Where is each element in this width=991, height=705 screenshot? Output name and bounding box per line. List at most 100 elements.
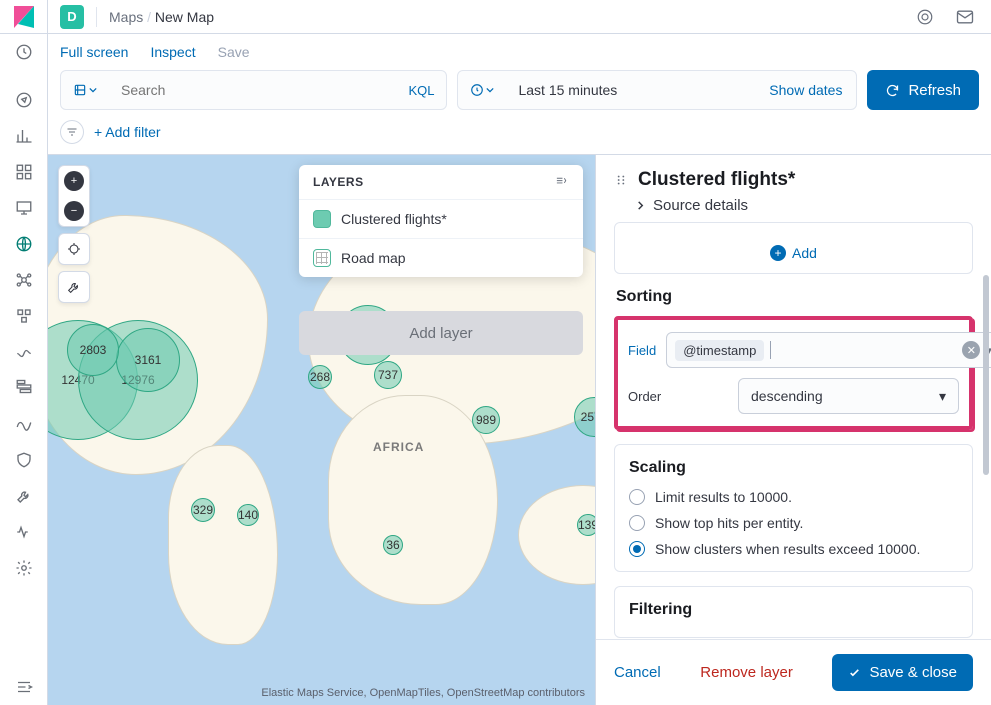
- nav-canvas-icon[interactable]: [0, 190, 48, 226]
- layers-title: LAYERS: [313, 175, 364, 189]
- layer-label: Clustered flights*: [341, 211, 447, 227]
- order-value: descending: [751, 388, 823, 404]
- save-close-label: Save & close: [869, 664, 957, 681]
- search-field: [109, 82, 396, 98]
- field-label: Field: [628, 343, 656, 358]
- radio-icon: [629, 541, 645, 557]
- map-attribution: Elastic Maps Service, OpenMapTiles, Open…: [261, 687, 585, 699]
- workspace: ASIA AFRICA + − LAYERS: [48, 154, 991, 705]
- field-input[interactable]: [770, 341, 956, 359]
- save-link: Save: [218, 44, 250, 60]
- order-label: Order: [628, 389, 728, 404]
- save-close-button[interactable]: Save & close: [832, 654, 973, 691]
- cluster-bubble[interactable]: 140: [237, 504, 259, 526]
- refresh-button[interactable]: Refresh: [867, 70, 979, 110]
- sorting-section: Sorting Field @timestamp ✕ ▾: [614, 288, 973, 430]
- search-input[interactable]: [109, 82, 396, 98]
- panel-title: Clustered flights*: [638, 169, 795, 191]
- nav-recent-icon[interactable]: [0, 34, 48, 70]
- source-details-label: Source details: [653, 197, 748, 214]
- panel-scroll[interactable]: + Add Sorting Field @timestamp: [596, 222, 991, 639]
- cluster-bubble[interactable]: 36: [383, 535, 403, 555]
- app-submenu: Full screen Inspect Save: [48, 34, 991, 70]
- order-select[interactable]: descending ▾: [738, 378, 959, 414]
- radio-label: Show top hits per entity.: [655, 515, 803, 531]
- layers-panel: LAYERS Clustered flights* Road map: [299, 165, 583, 277]
- zoom-in-button[interactable]: +: [59, 166, 89, 196]
- tools-button[interactable]: [59, 272, 89, 302]
- fit-bounds-button[interactable]: [59, 234, 89, 264]
- land-sa: [168, 445, 278, 645]
- land-africa: [328, 395, 498, 605]
- show-dates-link[interactable]: Show dates: [755, 82, 856, 98]
- nav-infra-icon[interactable]: [0, 298, 48, 334]
- nav-uptime-icon[interactable]: [0, 406, 48, 442]
- refresh-icon: [885, 83, 900, 98]
- layer-settings-panel: Clustered flights* Source details + Add …: [595, 155, 991, 705]
- add-field-link[interactable]: + Add: [629, 245, 958, 261]
- source-details-toggle[interactable]: Source details: [596, 197, 991, 222]
- nav-devtools-icon[interactable]: [0, 478, 48, 514]
- cluster-bubble[interactable]: 3161: [116, 328, 180, 392]
- layers-collapse-icon[interactable]: [555, 175, 569, 189]
- full-screen-link[interactable]: Full screen: [60, 44, 128, 60]
- nav-management-icon[interactable]: [0, 550, 48, 586]
- layer-swatch-icon: [313, 249, 331, 267]
- cluster-bubble[interactable]: 737: [374, 361, 402, 389]
- filter-row: + Add filter: [48, 118, 991, 154]
- cluster-bubble[interactable]: 989: [472, 406, 500, 434]
- field-combo[interactable]: @timestamp ✕ ▾: [666, 332, 991, 368]
- newsfeed-icon[interactable]: [911, 3, 939, 31]
- check-icon: [848, 666, 861, 679]
- mail-icon[interactable]: [951, 3, 979, 31]
- add-label: Add: [792, 245, 817, 261]
- layer-item-clustered[interactable]: Clustered flights*: [299, 199, 583, 238]
- cancel-button[interactable]: Cancel: [614, 664, 661, 681]
- add-filter-link[interactable]: + Add filter: [94, 124, 161, 140]
- nav-maps-icon[interactable]: [0, 226, 48, 262]
- nav-discover-icon[interactable]: [0, 82, 48, 118]
- cluster-bubble[interactable]: 2803: [67, 324, 119, 376]
- filtering-title: Filtering: [629, 601, 958, 619]
- map-canvas[interactable]: ASIA AFRICA + − LAYERS: [48, 155, 595, 705]
- breadcrumb-current: New Map: [155, 9, 214, 25]
- nav-visualize-icon[interactable]: [0, 118, 48, 154]
- nav-collapse-icon[interactable]: [0, 669, 48, 705]
- time-quick-button[interactable]: [458, 83, 506, 97]
- cluster-bubble[interactable]: 329: [191, 498, 215, 522]
- zoom-out-button[interactable]: −: [59, 196, 89, 226]
- radio-icon: [629, 515, 645, 531]
- scaling-option-1[interactable]: Show top hits per entity.: [629, 515, 958, 531]
- nav-dashboard-icon[interactable]: [0, 154, 48, 190]
- scaling-option-2[interactable]: Show clusters when results exceed 10000.: [629, 541, 958, 557]
- scaling-title: Scaling: [629, 459, 958, 477]
- scaling-option-0[interactable]: Limit results to 10000.: [629, 489, 958, 505]
- nav-apm-icon[interactable]: [0, 370, 48, 406]
- kql-toggle[interactable]: KQL: [396, 83, 446, 98]
- remove-layer-button[interactable]: Remove layer: [700, 664, 793, 681]
- breadcrumb-maps[interactable]: Maps: [109, 9, 143, 25]
- layer-item-roadmap[interactable]: Road map: [299, 238, 583, 277]
- field-chip: @timestamp: [675, 340, 764, 361]
- layer-label: Road map: [341, 250, 406, 266]
- time-range-label[interactable]: Last 15 minutes: [506, 82, 755, 98]
- scaling-card: Scaling Limit results to 10000. Show top…: [614, 444, 973, 572]
- search-options-button[interactable]: [61, 83, 109, 97]
- kibana-logo[interactable]: [0, 0, 48, 34]
- nav-monitoring-icon[interactable]: [0, 514, 48, 550]
- chevron-down-icon: [89, 86, 97, 94]
- space-badge[interactable]: D: [60, 5, 84, 29]
- sorting-highlight: Field @timestamp ✕ ▾ Order: [614, 316, 973, 430]
- clear-icon[interactable]: ✕: [962, 341, 980, 359]
- inspect-link[interactable]: Inspect: [150, 44, 195, 60]
- cluster-bubble[interactable]: 268: [308, 365, 332, 389]
- filter-options-icon[interactable]: [60, 120, 84, 144]
- add-layer-button: Add layer: [299, 311, 583, 355]
- time-range-box: Last 15 minutes Show dates: [457, 70, 857, 110]
- cluster-bubble[interactable]: 139: [577, 514, 595, 536]
- grab-icon[interactable]: [614, 173, 628, 187]
- nav-ml-icon[interactable]: [0, 262, 48, 298]
- nav-siem-icon[interactable]: [0, 442, 48, 478]
- nav-logs-icon[interactable]: [0, 334, 48, 370]
- scrollbar-thumb[interactable]: [983, 275, 989, 475]
